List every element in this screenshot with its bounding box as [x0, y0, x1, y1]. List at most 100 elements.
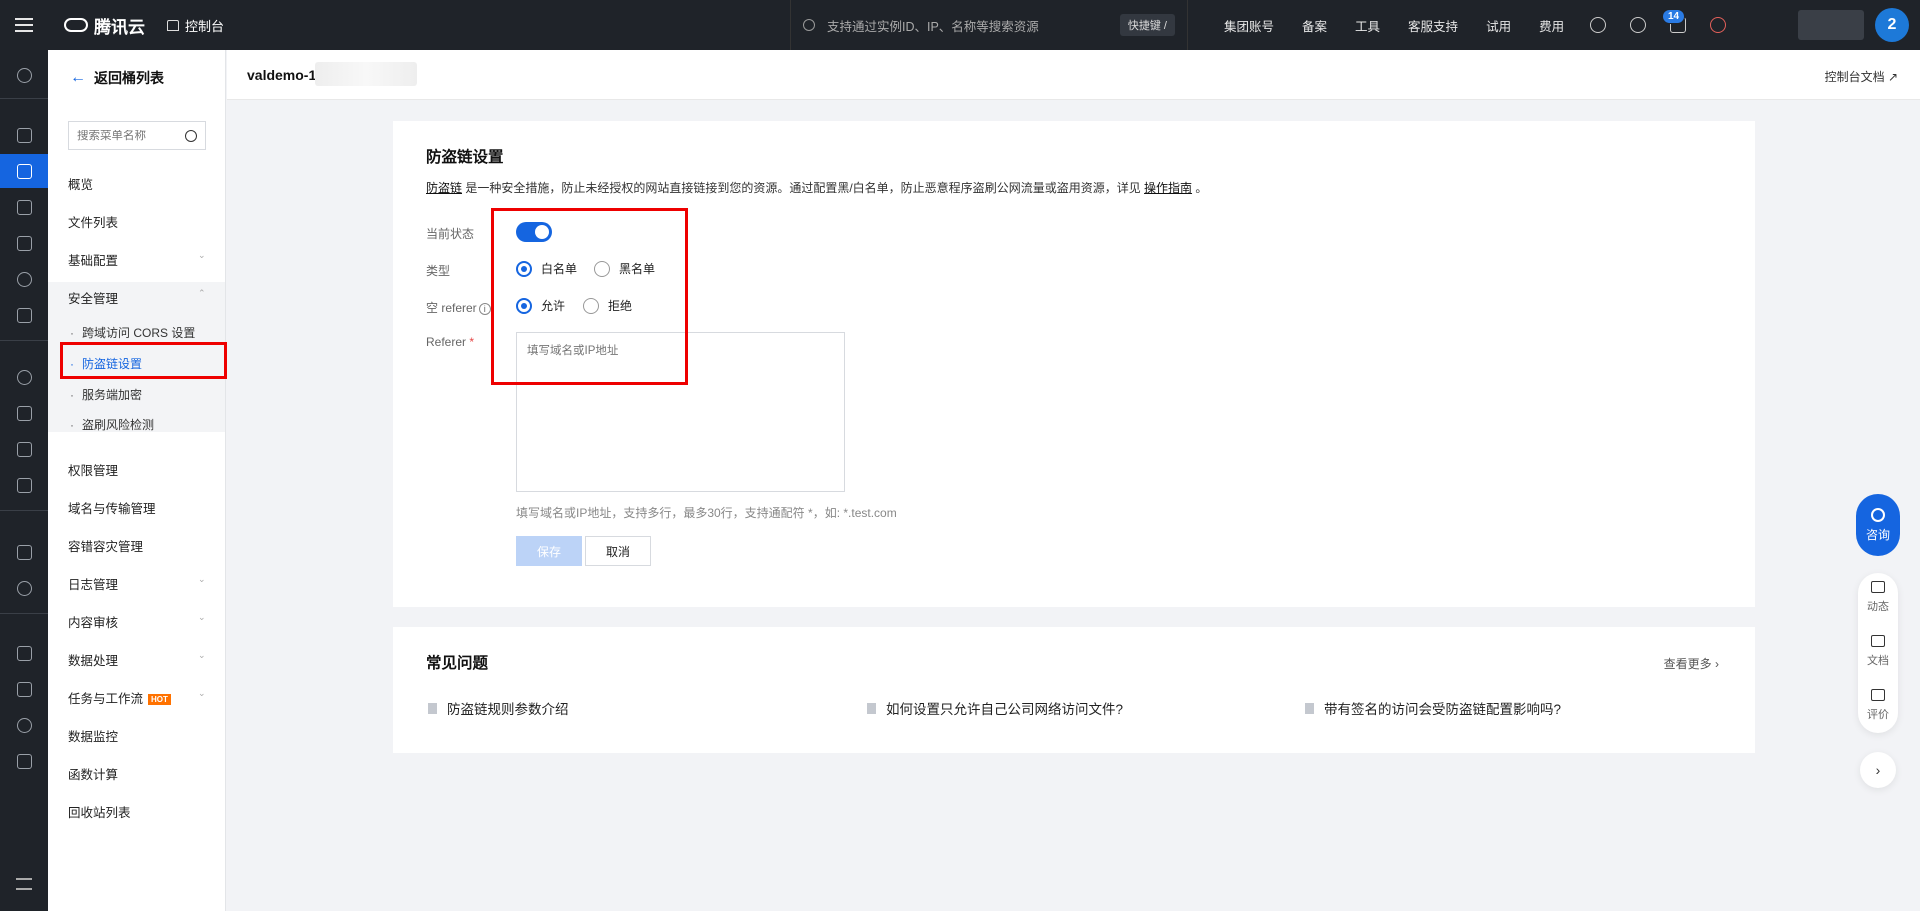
sidebar-subitem-risk-detect[interactable]: 盗刷风险检测: [70, 416, 154, 433]
collapse-menu-icon[interactable]: [16, 878, 32, 890]
sidebar-item-monitor[interactable]: 数据监控: [68, 726, 118, 745]
user-name-redacted[interactable]: [1798, 10, 1864, 40]
guide-link[interactable]: 操作指南: [1144, 181, 1192, 195]
sidebar-item-functions[interactable]: 函数计算: [68, 764, 118, 783]
console-link[interactable]: 控制台: [167, 16, 224, 35]
float-label: 文档: [1867, 655, 1889, 667]
global-search[interactable]: 支持通过实例ID、IP、名称等搜索资源 快捷键 /: [790, 0, 1188, 50]
avatar[interactable]: 2: [1875, 8, 1909, 42]
nav-trial[interactable]: 试用: [1472, 16, 1525, 35]
faq-item[interactable]: 带有签名的访问会受防盗链配置影响吗?: [1305, 698, 1561, 718]
search-icon[interactable]: [185, 129, 197, 142]
rail-pie-icon[interactable]: [0, 262, 48, 296]
rail-calendar-icon[interactable]: [0, 226, 48, 260]
rail-db-icon[interactable]: [0, 636, 48, 670]
arrow-left-icon: ←: [70, 69, 86, 86]
hot-badge: HOT: [148, 694, 171, 706]
faq-item-label: 带有签名的访问会受防盗链配置影响吗?: [1324, 702, 1562, 717]
rail-scan-icon[interactable]: [0, 571, 48, 605]
sidebar-item-basic-config[interactable]: 基础配置 ⌄: [68, 250, 206, 269]
sidebar-item-workflow[interactable]: 任务与工作流 HOT ⌄: [68, 688, 206, 707]
sidebar-item-recycle[interactable]: 回收站列表: [68, 802, 131, 821]
nav-group-account[interactable]: 集团账号: [1210, 16, 1288, 35]
product-rail: [0, 50, 48, 911]
consult-label: 咨询: [1865, 527, 1890, 542]
float-feedback[interactable]: 评价: [1858, 689, 1898, 722]
rail-box-icon[interactable]: [0, 744, 48, 778]
menu-icon[interactable]: [0, 0, 48, 50]
rail-monitor-icon[interactable]: [0, 360, 48, 394]
referer-label: Referer *: [426, 335, 474, 349]
description-end: 。: [1192, 181, 1208, 195]
sidebar-item-audit[interactable]: 内容审核 ⌄: [68, 612, 206, 631]
compass-icon[interactable]: [1590, 17, 1606, 33]
notification-badge: 14: [1662, 9, 1686, 24]
sidebar-subitem-encryption[interactable]: 服务端加密: [70, 386, 142, 403]
top-bar: 腾讯云 控制台 支持通过实例ID、IP、名称等搜索资源 快捷键 / 集团账号 备…: [0, 0, 1920, 50]
bell-icon[interactable]: [1630, 17, 1646, 33]
view-more-link[interactable]: 查看更多 ›: [1664, 655, 1719, 672]
bucket-name: valdemo-1: [247, 67, 317, 83]
brand-logo[interactable]: 腾讯云: [64, 13, 145, 38]
ai-assistant-icon[interactable]: [1710, 17, 1726, 33]
sidebar-item-logs[interactable]: 日志管理 ⌄: [68, 574, 206, 593]
menu-search-input[interactable]: [77, 129, 177, 142]
chevron-down-icon: ⌄: [198, 574, 206, 584]
sidebar-item-overview[interactable]: 概览: [68, 174, 93, 193]
rail-shield-icon[interactable]: [0, 672, 48, 706]
nav-tools[interactable]: 工具: [1341, 16, 1394, 35]
save-button[interactable]: 保存: [516, 536, 582, 566]
sidebar-item-label: 回收站列表: [68, 806, 131, 820]
empty-referer-text: 空 referer: [426, 301, 477, 315]
cancel-button[interactable]: 取消: [585, 536, 651, 566]
float-docs[interactable]: 文档: [1858, 635, 1898, 668]
sidebar-item-domain[interactable]: 域名与传输管理: [68, 498, 156, 517]
rail-trash-icon[interactable]: [0, 535, 48, 569]
search-icon: [803, 19, 815, 31]
hotlink-description: 防盗链 是一种安全措施，防止未经授权的网站直接链接到您的资源。通过配置黑/白名单…: [426, 179, 1207, 196]
rail-check-icon[interactable]: [0, 432, 48, 466]
rail-link-icon[interactable]: [0, 190, 48, 224]
consult-button[interactable]: 咨询: [1856, 494, 1900, 556]
faq-item[interactable]: 防盗链规则参数介绍: [428, 698, 569, 718]
description-text: 是一种安全措施，防止未经授权的网站直接链接到您的资源。通过配置黑/白名单，防止恶…: [462, 181, 1145, 195]
sidebar-item-security[interactable]: 安全管理 ⌃: [68, 288, 206, 307]
rail-divider: [0, 98, 48, 99]
collapse-float-button[interactable]: ›: [1860, 752, 1896, 788]
view-more-label: 查看更多: [1663, 657, 1712, 671]
console-doc-link[interactable]: 控制台文档 ↗: [1825, 68, 1898, 85]
back-to-buckets[interactable]: ← 返回桶列表: [70, 68, 164, 88]
status-label: 当前状态: [426, 227, 475, 241]
rail-pulse-icon[interactable]: [0, 708, 48, 742]
rail-storage-icon[interactable]: [0, 154, 48, 188]
document-icon: [1305, 702, 1314, 714]
nav-billing[interactable]: 费用: [1525, 16, 1578, 35]
info-icon[interactable]: i: [478, 303, 491, 315]
rail-hexagon-icon[interactable]: [0, 58, 48, 92]
sidebar-subitem-cors[interactable]: 跨域访问 CORS 设置: [70, 324, 195, 341]
shortcut-key: 快捷键 /: [1119, 14, 1175, 36]
menu-search[interactable]: [68, 121, 206, 150]
redacted-bucket-suffix: [315, 62, 417, 86]
sidebar-item-data-process[interactable]: 数据处理 ⌄: [68, 650, 206, 669]
back-label: 返回桶列表: [94, 70, 164, 86]
rail-file-icon[interactable]: [0, 298, 48, 332]
float-news[interactable]: 动态: [1858, 581, 1898, 614]
sidebar-item-permission[interactable]: 权限管理: [68, 460, 118, 479]
highlight-box-form: [491, 208, 688, 385]
rail-grid-icon[interactable]: [0, 118, 48, 152]
rail-tree-icon[interactable]: [0, 396, 48, 430]
faq-item[interactable]: 如何设置只允许自己公司网络访问文件?: [867, 698, 1123, 718]
rail-database-icon[interactable]: [0, 468, 48, 502]
external-link-icon: ↗: [1887, 70, 1898, 84]
nav-filing[interactable]: 备案: [1288, 16, 1341, 35]
document-icon: [867, 702, 876, 714]
console-label: 控制台: [185, 18, 225, 34]
doc-link-label: 控制台文档: [1824, 70, 1885, 84]
nav-support[interactable]: 客服支持: [1394, 16, 1472, 35]
sidebar-item-files[interactable]: 文件列表: [68, 212, 118, 231]
sidebar-item-disaster[interactable]: 容错容灾管理: [68, 536, 143, 555]
sidebar-item-label: 数据处理: [68, 654, 119, 668]
hotlink-term-link[interactable]: 防盗链: [426, 181, 462, 195]
chevron-down-icon: ⌄: [198, 650, 206, 660]
